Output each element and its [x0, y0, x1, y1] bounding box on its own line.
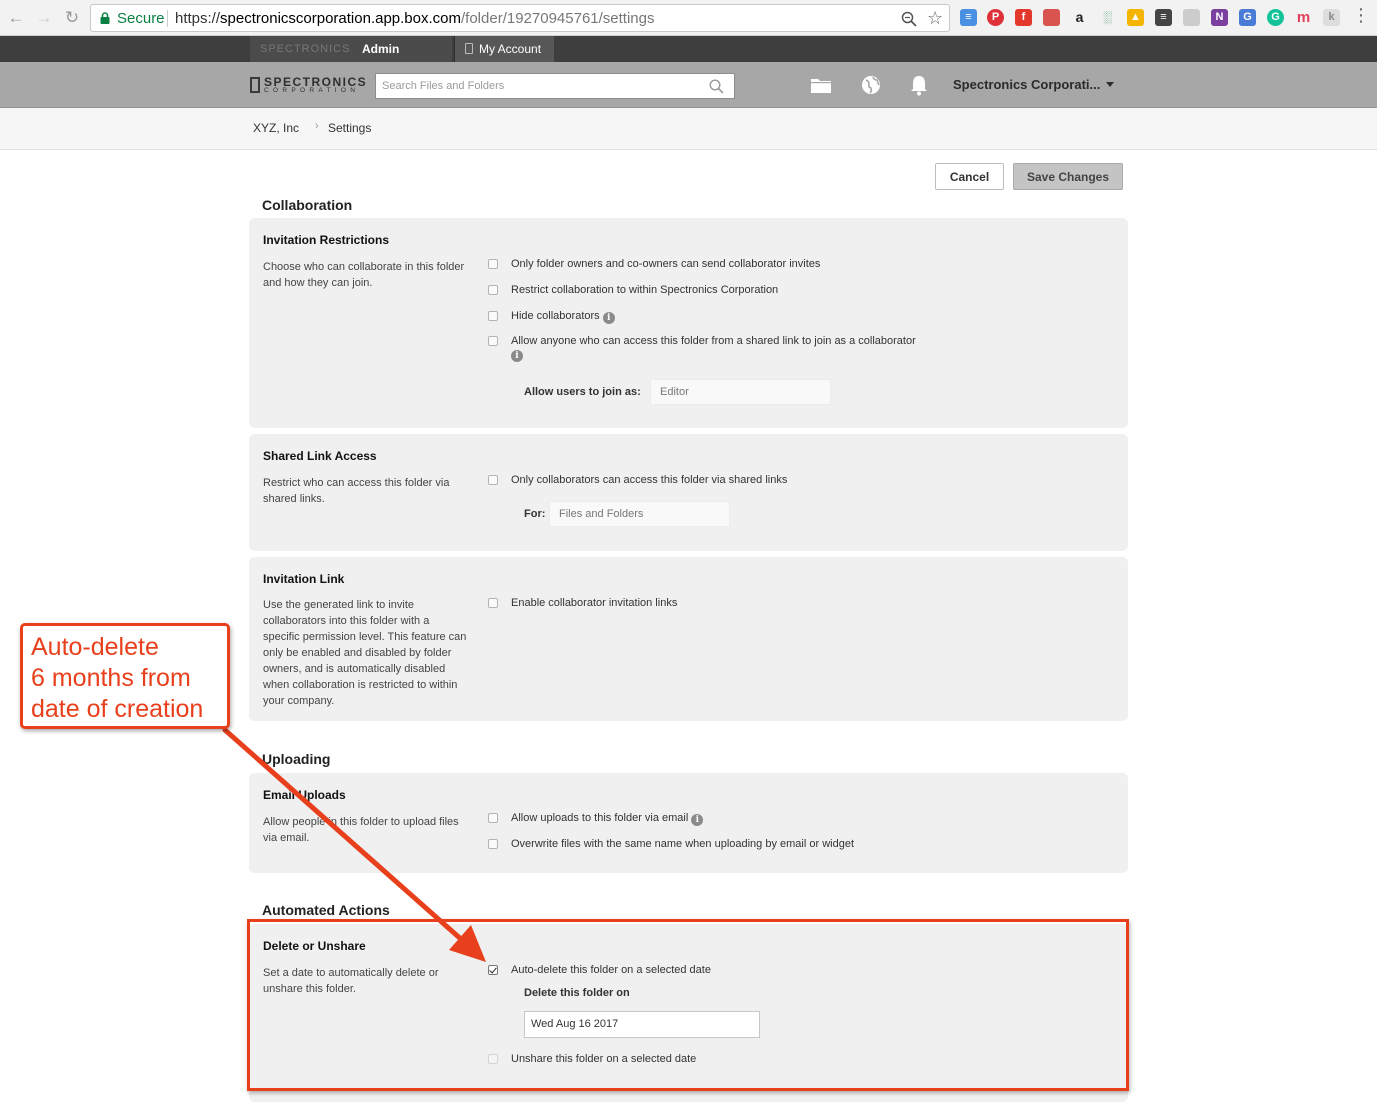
- strip-logo: SPECTRONICS: [250, 36, 358, 62]
- back-icon[interactable]: ←: [6, 8, 26, 28]
- forward-icon[interactable]: →: [34, 8, 54, 28]
- checkbox[interactable]: [488, 839, 498, 849]
- email-uploads-title: Email Uploads: [263, 788, 346, 802]
- breadcrumb-item-xyz[interactable]: XYZ, Inc: [253, 121, 299, 135]
- option-label: Hide collaborators: [511, 310, 600, 322]
- buffer-extension-icon[interactable]: ≡: [960, 9, 977, 26]
- flipboard-extension-icon[interactable]: f: [1015, 9, 1032, 26]
- secure-label: Secure: [117, 10, 165, 27]
- folder-icon[interactable]: [810, 74, 832, 96]
- mixmax-extension-icon[interactable]: m: [1295, 9, 1312, 26]
- email-uploads-description: Allow people in this folder to upload fi…: [263, 816, 459, 844]
- reload-icon[interactable]: ↻: [62, 8, 82, 28]
- join-as-label: Allow users to join as:: [524, 386, 641, 398]
- checkbox[interactable]: [488, 598, 498, 608]
- pinterest-extension-icon[interactable]: P: [987, 9, 1004, 26]
- checkbox[interactable]: [488, 475, 498, 485]
- option-label: Overwrite files with the same name when …: [511, 838, 854, 850]
- checkbox[interactable]: [488, 336, 498, 346]
- automated-actions-heading: Automated Actions: [262, 902, 390, 918]
- layers-extension-icon[interactable]: ≡: [1155, 9, 1172, 26]
- option-label: Only collaborators can access this folde…: [511, 474, 788, 486]
- invitation-link-title: Invitation Link: [263, 572, 345, 586]
- translate-extension-icon[interactable]: G: [1239, 9, 1256, 26]
- url-divider: [167, 10, 168, 27]
- browser-toolbar: ← → ↻ Secure https://spectronicscorporat…: [0, 0, 1377, 36]
- invitation-restrictions-panel: Invitation Restrictions Choose who can c…: [249, 218, 1128, 428]
- breadcrumb-item-settings: Settings: [328, 121, 372, 135]
- cancel-button[interactable]: Cancel: [935, 163, 1004, 190]
- analytics-extension-icon[interactable]: ░: [1099, 9, 1116, 26]
- zoom-icon[interactable]: [901, 11, 917, 27]
- search-input[interactable]: [376, 74, 701, 98]
- admin-console-tab[interactable]: Admin Console: [352, 36, 452, 82]
- url-path: /folder/19270945761/settings: [461, 10, 655, 27]
- admin-strip: SPECTRONICS Admin Console My Account: [0, 36, 1377, 82]
- globe-icon[interactable]: [860, 74, 882, 96]
- email-uploads-panel: Email Uploads Allow people in this folde…: [249, 773, 1128, 873]
- option-label: Allow anyone who can access this folder …: [511, 335, 916, 347]
- invitation-restrictions-title: Invitation Restrictions: [263, 233, 390, 247]
- option-label: Enable collaborator invitation links: [511, 597, 678, 609]
- uploading-heading: Uploading: [262, 751, 331, 767]
- my-account-tab[interactable]: My Account: [454, 36, 554, 62]
- for-label: For:: [524, 508, 546, 520]
- grey-extension-icon[interactable]: k: [1323, 9, 1340, 26]
- screenshot-root: ← → ↻ Secure https://spectronicscorporat…: [0, 0, 1377, 1114]
- account-name: Spectronics Corporati...: [953, 77, 1101, 92]
- info-icon[interactable]: i: [691, 814, 704, 826]
- search-box[interactable]: [375, 73, 735, 99]
- annotation-highlight-box: [247, 919, 1129, 1091]
- option-label: Only folder owners and co-owners can sen…: [511, 258, 821, 270]
- for-select[interactable]: Files and Folders: [549, 501, 730, 527]
- lock-icon: [100, 12, 110, 24]
- checkbox[interactable]: [488, 259, 498, 269]
- brand-sub: CORPORATION: [264, 87, 360, 94]
- checkbox[interactable]: [488, 813, 498, 823]
- notification-bell-icon[interactable]: [908, 74, 930, 96]
- app-header: SPECTRONICS CORPORATION Spectronics Corp…: [0, 62, 1377, 108]
- checkbox[interactable]: [488, 311, 498, 321]
- url-text[interactable]: https://spectronicscorporation.app.box.c…: [175, 10, 654, 27]
- shared-link-access-description: Restrict who can access this folder via …: [263, 477, 450, 505]
- url-scheme: https://: [175, 10, 221, 27]
- amazon-extension-icon[interactable]: a: [1071, 9, 1088, 26]
- option-label: Restrict collaboration to within Spectro…: [511, 284, 779, 296]
- chrome-menu-icon[interactable]: ⋮: [1352, 6, 1370, 24]
- url-host: spectronicscorporation.app.box.com: [220, 10, 461, 27]
- join-as-select[interactable]: Editor: [650, 379, 831, 405]
- shared-link-access-panel: Shared Link Access Restrict who can acce…: [249, 434, 1128, 551]
- info-icon[interactable]: i: [511, 350, 523, 362]
- search-icon[interactable]: [709, 79, 724, 94]
- invitation-restrictions-description: Choose who can collaborate in this folde…: [263, 261, 465, 289]
- account-menu[interactable]: Spectronics Corporati...: [953, 77, 1115, 92]
- brand-mark: [250, 77, 260, 93]
- save-changes-button[interactable]: Save Changes: [1013, 163, 1123, 190]
- address-bar[interactable]: Secure https://spectronicscorporation.ap…: [90, 4, 950, 32]
- my-account-label: My Account: [479, 42, 542, 56]
- save-extension-icon[interactable]: [1043, 9, 1060, 26]
- breadcrumb-separator-icon: ›: [315, 120, 319, 132]
- onenote-extension-icon[interactable]: N: [1211, 9, 1228, 26]
- grammarly-extension-icon[interactable]: G: [1267, 9, 1284, 26]
- breadcrumb: XYZ, Inc › Settings: [0, 108, 1377, 150]
- info-icon[interactable]: i: [602, 312, 615, 324]
- blank-extension-icon[interactable]: [1183, 9, 1200, 26]
- account-icon: [465, 43, 473, 54]
- drive-extension-icon[interactable]: ▲: [1127, 9, 1144, 26]
- annotation-callout: Auto-delete 6 months from date of creati…: [20, 623, 230, 729]
- annotation-text: Auto-delete 6 months from date of creati…: [31, 633, 204, 723]
- option-label: Allow uploads to this folder via email: [511, 812, 689, 824]
- invitation-link-description: Use the generated link to invite collabo…: [263, 599, 467, 707]
- bookmark-star-icon[interactable]: ☆: [927, 8, 943, 29]
- shared-link-access-title: Shared Link Access: [263, 449, 377, 463]
- invitation-link-panel: Invitation Link Use the generated link t…: [249, 557, 1128, 721]
- checkbox[interactable]: [488, 285, 498, 295]
- caret-down-icon: [1106, 82, 1115, 87]
- collaboration-heading: Collaboration: [262, 197, 353, 213]
